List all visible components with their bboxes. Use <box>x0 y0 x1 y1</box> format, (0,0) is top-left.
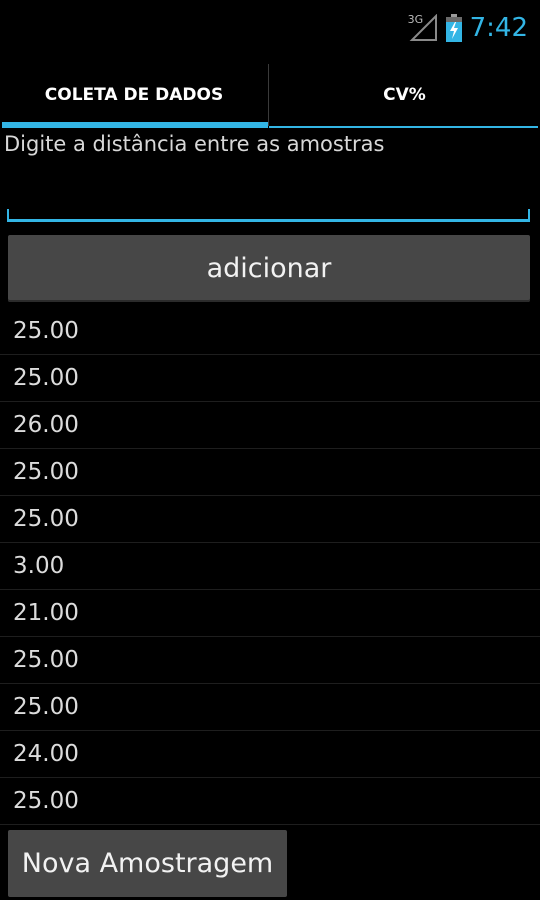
status-bar: 3G 7:42 <box>0 0 540 56</box>
network-type: 3G <box>407 13 424 26</box>
list-item[interactable]: 25.00 <box>0 778 540 825</box>
status-icons: 3G 7:42 <box>408 10 528 46</box>
new-sampling-button[interactable]: Nova Amostragem <box>8 830 287 897</box>
tab-coleta-de-dados[interactable]: COLETA DE DADOS <box>0 62 268 128</box>
clock: 7:42 <box>469 13 528 43</box>
tab-selected-indicator <box>2 122 268 128</box>
tab-bar: COLETA DE DADOS CV% <box>0 62 540 128</box>
list-item[interactable]: 21.00 <box>0 590 540 637</box>
tab-label: COLETA DE DADOS <box>44 85 224 105</box>
distance-prompt: Digite a distância entre as amostras <box>4 132 385 156</box>
tab-cv[interactable]: CV% <box>269 62 540 128</box>
list-item[interactable]: 25.00 <box>0 496 540 543</box>
list-item[interactable]: 25.00 <box>0 449 540 496</box>
list-item[interactable]: 25.00 <box>0 308 540 355</box>
list-item[interactable]: 25.00 <box>0 684 540 731</box>
tab-label: CV% <box>383 85 426 105</box>
list-item[interactable]: 24.00 <box>0 731 540 778</box>
add-button[interactable]: adicionar <box>8 235 530 302</box>
distance-input[interactable] <box>7 168 534 224</box>
list-item[interactable]: 26.00 <box>0 402 540 449</box>
sample-list[interactable]: 25.00 25.00 26.00 25.00 25.00 3.00 21.00… <box>0 308 540 828</box>
tab-underline <box>269 126 538 128</box>
battery-charging-icon <box>445 14 462 42</box>
list-item[interactable]: 3.00 <box>0 543 540 590</box>
signal-icon: 3G <box>407 13 438 42</box>
input-underline <box>7 219 530 222</box>
list-item[interactable]: 25.00 <box>0 355 540 402</box>
list-item[interactable]: 25.00 <box>0 637 540 684</box>
